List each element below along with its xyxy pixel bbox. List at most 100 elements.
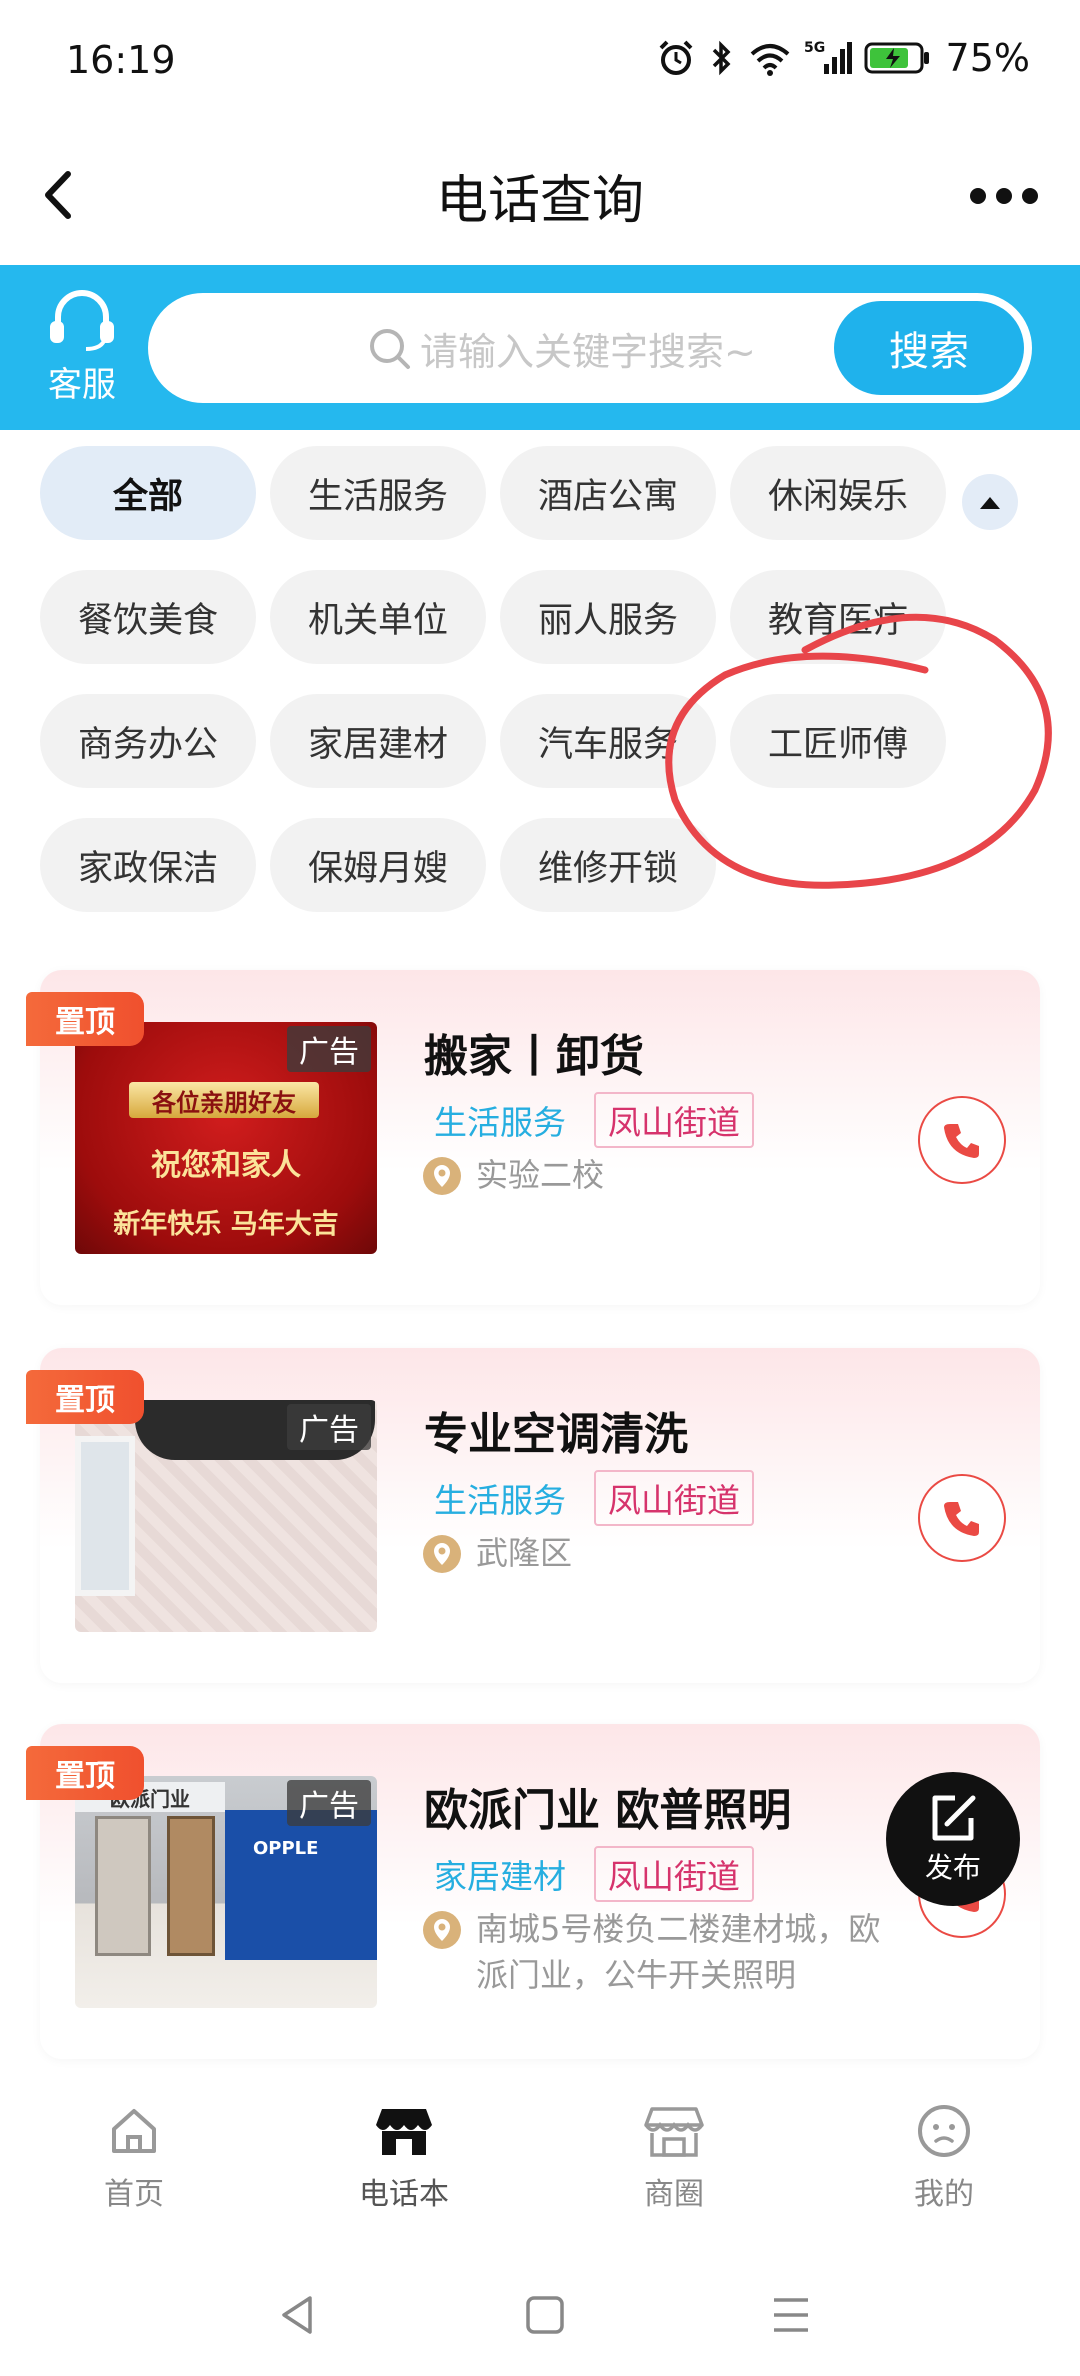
search-banner: 客服 请输入关键字搜索~ 搜索 xyxy=(0,265,1080,430)
image-caption-line: 祝您和家人 xyxy=(151,1148,301,1183)
call-button[interactable] xyxy=(918,1474,1006,1562)
listing-title: 专业空调清洗 xyxy=(424,1409,688,1460)
category-chip[interactable]: 餐饮美食 xyxy=(40,570,256,664)
publish-button[interactable]: 发布 xyxy=(886,1772,1020,1906)
listing-card[interactable]: 置顶 广告 专业空调清洗 生活服务 凤山街道 武隆区 xyxy=(26,1348,1040,1683)
system-back-icon[interactable] xyxy=(274,2290,324,2340)
battery-icon xyxy=(864,42,929,74)
listing-card[interactable]: 置顶 广告 各位亲朋好友 祝您和家人 新年快乐 马年大吉 搬家丨卸货 生活服务 … xyxy=(26,970,1040,1305)
category-chip[interactable]: 商务办公 xyxy=(40,694,256,788)
battery-level: 75% xyxy=(945,36,1030,80)
search-input[interactable]: 请输入关键字搜索~ xyxy=(420,321,756,376)
pinned-badge: 置顶 xyxy=(26,992,144,1046)
home-icon xyxy=(112,2109,156,2153)
status-bar: 16:19 5G 75% xyxy=(0,0,1080,130)
category-chip[interactable]: 汽车服务 xyxy=(500,694,716,788)
category-chip[interactable]: 家居建材 xyxy=(270,694,486,788)
listing-area-tag: 凤山街道 xyxy=(594,1470,754,1526)
listing-area-tag: 凤山街道 xyxy=(594,1092,754,1148)
tab-profile[interactable]: 我的 xyxy=(844,2103,1044,2213)
nav-bar: 电话查询 xyxy=(0,130,1080,265)
status-time: 16:19 xyxy=(66,38,176,82)
listing-address: 南城5号楼负二楼建材城，欧派门业，公牛开关照明 xyxy=(476,1910,881,1994)
category-filter: 全部 生活服务 酒店公寓 休闲娱乐 餐饮美食 机关单位 丽人服务 教育医疗 商务… xyxy=(0,430,1080,930)
ad-label: 广告 xyxy=(287,1780,371,1826)
customer-service-label: 客服 xyxy=(48,365,116,405)
store-sign-right: OPPLE xyxy=(225,1810,377,1960)
listing-title: 欧派门业 欧普照明 xyxy=(424,1785,792,1836)
tab-label: 我的 xyxy=(914,2177,974,2212)
svg-text:5G: 5G xyxy=(804,40,825,56)
category-chip[interactable]: 休闲娱乐 xyxy=(730,446,946,540)
store-icon xyxy=(376,2109,432,2155)
call-button[interactable] xyxy=(918,1096,1006,1184)
category-chip[interactable]: 酒店公寓 xyxy=(500,446,716,540)
category-chip[interactable]: 机关单位 xyxy=(270,570,486,664)
more-icon[interactable] xyxy=(968,182,1040,210)
location-pin-icon xyxy=(423,1911,461,1949)
ad-label: 广告 xyxy=(287,1026,371,1072)
tab-label: 电话本 xyxy=(359,2177,449,2212)
search-button[interactable]: 搜索 xyxy=(834,301,1024,395)
status-icons: 5G 75% xyxy=(656,36,1030,80)
category-chip[interactable]: 丽人服务 xyxy=(500,570,716,664)
door-shape xyxy=(167,1816,215,1956)
shop-icon xyxy=(644,2107,704,2157)
listing-card[interactable]: 置顶 欧派门业 OPPLE 广告 欧派门业 欧普照明 家居建材 凤山街道 南城5… xyxy=(26,1724,1040,2059)
image-caption-line: 新年快乐 马年大吉 xyxy=(113,1209,339,1240)
pinned-badge: 置顶 xyxy=(26,1746,144,1800)
location-pin-icon xyxy=(423,1535,461,1573)
phone-icon xyxy=(944,1502,979,1536)
listing-address: 实验二校 xyxy=(476,1156,605,1194)
listing-image: 广告 各位亲朋好友 祝您和家人 新年快乐 马年大吉 xyxy=(75,1022,377,1254)
listing-image: 广告 xyxy=(75,1400,377,1632)
listing-image: 欧派门业 OPPLE 广告 xyxy=(75,1776,377,2008)
listing-area-tag: 凤山街道 xyxy=(594,1846,754,1902)
listing-address-row: 实验二校 xyxy=(422,1152,892,1198)
category-chip[interactable]: 家政保洁 xyxy=(40,818,256,912)
wifi-icon xyxy=(750,44,789,76)
customer-service-button[interactable]: 客服 xyxy=(42,287,122,406)
headset-icon xyxy=(50,290,114,351)
category-chip[interactable]: 生活服务 xyxy=(270,446,486,540)
category-chip[interactable]: 维修开锁 xyxy=(500,818,716,912)
listing-tags: 家居建材 凤山街道 xyxy=(434,1846,754,1902)
category-chip[interactable]: 教育医疗 xyxy=(730,570,946,664)
listing-address-row: 武隆区 xyxy=(422,1530,892,1576)
listing-address: 武隆区 xyxy=(476,1534,573,1572)
listing-title: 搬家丨卸货 xyxy=(424,1031,644,1082)
system-home-icon[interactable] xyxy=(520,2290,570,2340)
alarm-icon xyxy=(659,40,692,75)
tab-home[interactable]: 首页 xyxy=(34,2103,234,2213)
edit-icon xyxy=(932,1795,976,1841)
system-navigation-bar xyxy=(0,2260,1080,2376)
search-box: 请输入关键字搜索~ 搜索 xyxy=(148,293,1032,403)
publish-label: 发布 xyxy=(924,1851,981,1884)
tab-label: 商圈 xyxy=(644,2177,704,2212)
listing-category: 生活服务 xyxy=(434,1103,566,1142)
phone-icon xyxy=(944,1124,979,1158)
category-chip[interactable]: 工匠师傅 xyxy=(730,694,946,788)
system-menu-icon[interactable] xyxy=(766,2290,816,2340)
tab-label: 首页 xyxy=(104,2177,164,2212)
tab-business-circle[interactable]: 商圈 xyxy=(574,2103,774,2213)
category-chip-all[interactable]: 全部 xyxy=(40,446,256,540)
listing-tags: 生活服务 凤山街道 xyxy=(434,1092,754,1148)
listing-address-row: 南城5号楼负二楼建材城，欧派门业，公牛开关照明 xyxy=(422,1906,892,1998)
page-title: 电话查询 xyxy=(435,171,644,231)
pinned-badge: 置顶 xyxy=(26,1370,144,1424)
bottom-tab-bar: 首页 电话本 商圈 我的 xyxy=(0,2085,1080,2235)
tab-phonebook[interactable]: 电话本 xyxy=(304,2103,504,2213)
listing-category: 生活服务 xyxy=(434,1481,566,1520)
listing-tags: 生活服务 凤山街道 xyxy=(434,1470,754,1526)
search-icon xyxy=(370,329,410,369)
category-chip[interactable]: 保姆月嫂 xyxy=(270,818,486,912)
bluetooth-icon xyxy=(712,40,731,76)
phone-lookup-page: 16:19 5G 75% 电话查询 客服 请输入关键字搜索~ 搜索 全部 生活服… xyxy=(0,0,1080,2376)
store-sign-brand: OPPLE xyxy=(253,1838,319,1859)
collapse-categories-button[interactable] xyxy=(962,474,1018,530)
cellular-5g-icon: 5G xyxy=(804,40,852,74)
caret-up-icon xyxy=(980,497,1000,509)
ad-label: 广告 xyxy=(287,1404,371,1450)
location-pin-icon xyxy=(423,1157,461,1195)
